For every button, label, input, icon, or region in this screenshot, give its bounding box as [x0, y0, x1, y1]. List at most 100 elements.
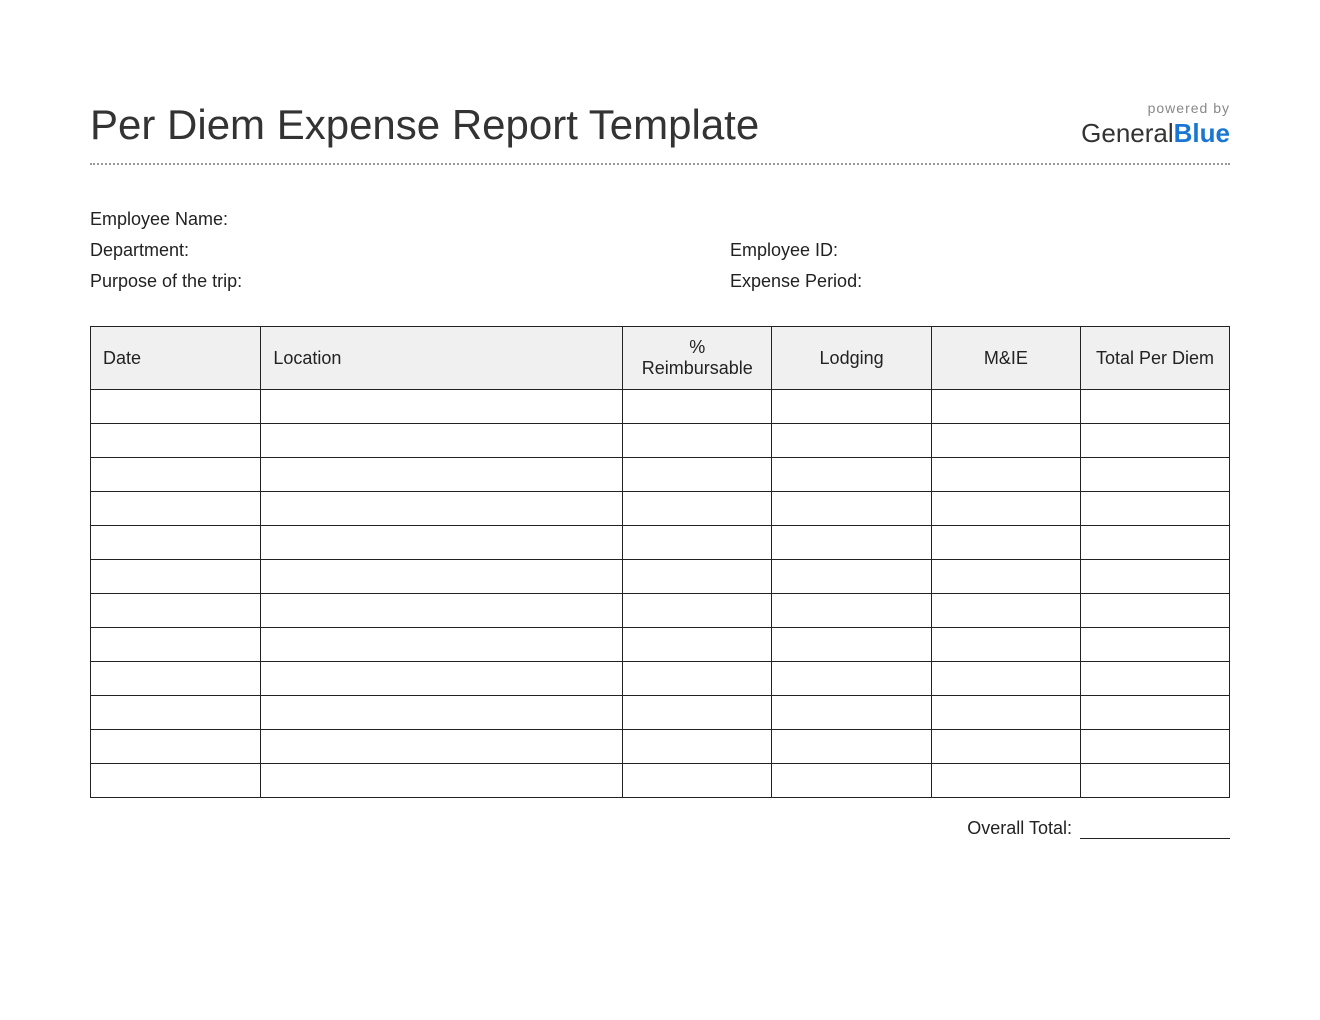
cell-date	[91, 662, 261, 696]
cell-total	[1080, 730, 1229, 764]
cell-lodging	[772, 390, 932, 424]
cell-lodging	[772, 662, 932, 696]
cell-lodging	[772, 594, 932, 628]
col-lodging: Lodging	[772, 327, 932, 390]
empty-cell	[730, 209, 1230, 230]
cell-date	[91, 730, 261, 764]
overall-total-line	[1080, 819, 1230, 839]
table-row	[91, 560, 1230, 594]
cell-date	[91, 764, 261, 798]
cell-lodging	[772, 628, 932, 662]
expense-period-label: Expense Period:	[730, 271, 1230, 292]
cell-location	[261, 594, 623, 628]
cell-reimbursable	[623, 560, 772, 594]
header: Per Diem Expense Report Template powered…	[90, 100, 1230, 165]
cell-lodging	[772, 424, 932, 458]
cell-reimbursable	[623, 492, 772, 526]
cell-lodging	[772, 560, 932, 594]
table-row	[91, 492, 1230, 526]
cell-location	[261, 526, 623, 560]
cell-reimbursable	[623, 458, 772, 492]
table-row	[91, 390, 1230, 424]
cell-total	[1080, 696, 1229, 730]
expense-table: Date Location % Reimbursable Lodging M&I…	[90, 326, 1230, 798]
cell-mie	[931, 628, 1080, 662]
cell-location	[261, 730, 623, 764]
cell-mie	[931, 662, 1080, 696]
cell-reimbursable	[623, 730, 772, 764]
table-row	[91, 730, 1230, 764]
info-grid: Employee Name: Department: Employee ID: …	[90, 209, 1230, 292]
cell-reimbursable	[623, 662, 772, 696]
cell-mie	[931, 594, 1080, 628]
cell-total	[1080, 662, 1229, 696]
powered-by-label: powered by	[1081, 100, 1230, 116]
table-row	[91, 424, 1230, 458]
cell-location	[261, 662, 623, 696]
cell-date	[91, 560, 261, 594]
table-row	[91, 764, 1230, 798]
col-location: Location	[261, 327, 623, 390]
cell-date	[91, 424, 261, 458]
cell-date	[91, 628, 261, 662]
table-row	[91, 662, 1230, 696]
cell-reimbursable	[623, 594, 772, 628]
purpose-label: Purpose of the trip:	[90, 271, 730, 292]
cell-date	[91, 492, 261, 526]
cell-location	[261, 492, 623, 526]
table-row	[91, 594, 1230, 628]
overall-total-label: Overall Total:	[967, 818, 1072, 839]
cell-date	[91, 390, 261, 424]
col-total: Total Per Diem	[1080, 327, 1229, 390]
brand-block: powered by GeneralBlue	[1081, 100, 1230, 149]
cell-location	[261, 424, 623, 458]
cell-total	[1080, 628, 1229, 662]
employee-name-label: Employee Name:	[90, 209, 730, 230]
cell-reimbursable	[623, 390, 772, 424]
cell-total	[1080, 458, 1229, 492]
col-mie: M&IE	[931, 327, 1080, 390]
cell-total	[1080, 492, 1229, 526]
cell-lodging	[772, 696, 932, 730]
cell-mie	[931, 730, 1080, 764]
cell-location	[261, 390, 623, 424]
cell-mie	[931, 492, 1080, 526]
cell-reimbursable	[623, 628, 772, 662]
cell-mie	[931, 764, 1080, 798]
cell-date	[91, 696, 261, 730]
cell-total	[1080, 560, 1229, 594]
cell-location	[261, 560, 623, 594]
cell-lodging	[772, 764, 932, 798]
cell-total	[1080, 424, 1229, 458]
col-date: Date	[91, 327, 261, 390]
cell-reimbursable	[623, 424, 772, 458]
cell-lodging	[772, 458, 932, 492]
cell-lodging	[772, 730, 932, 764]
cell-lodging	[772, 526, 932, 560]
cell-mie	[931, 526, 1080, 560]
footer: Overall Total:	[90, 818, 1230, 839]
cell-date	[91, 594, 261, 628]
employee-id-label: Employee ID:	[730, 240, 1230, 261]
department-label: Department:	[90, 240, 730, 261]
cell-reimbursable	[623, 696, 772, 730]
cell-reimbursable	[623, 526, 772, 560]
cell-mie	[931, 390, 1080, 424]
cell-location	[261, 628, 623, 662]
cell-total	[1080, 764, 1229, 798]
table-row	[91, 458, 1230, 492]
cell-mie	[931, 696, 1080, 730]
brand-logo: GeneralBlue	[1081, 118, 1230, 149]
cell-lodging	[772, 492, 932, 526]
cell-location	[261, 458, 623, 492]
cell-mie	[931, 424, 1080, 458]
col-reimbursable: % Reimbursable	[623, 327, 772, 390]
cell-reimbursable	[623, 764, 772, 798]
page-title: Per Diem Expense Report Template	[90, 101, 759, 149]
cell-date	[91, 458, 261, 492]
cell-date	[91, 526, 261, 560]
cell-mie	[931, 458, 1080, 492]
cell-location	[261, 764, 623, 798]
brand-text-b: Blue	[1174, 118, 1230, 148]
cell-mie	[931, 560, 1080, 594]
